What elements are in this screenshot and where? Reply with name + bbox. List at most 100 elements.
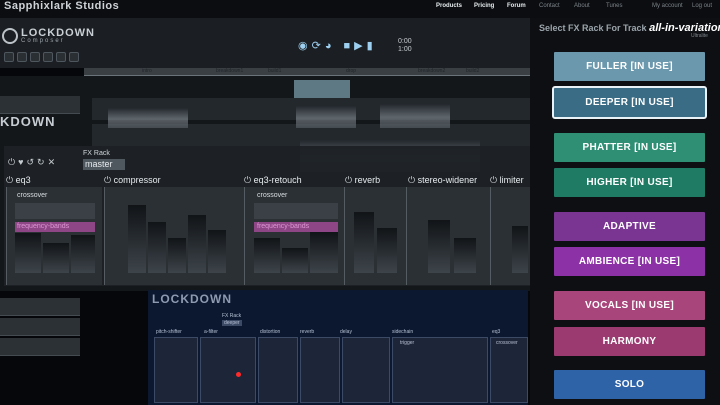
band-slider[interactable]: [310, 232, 338, 273]
tool-copy-icon[interactable]: [56, 52, 66, 62]
a-filter-box[interactable]: [200, 337, 256, 403]
power-icon[interactable]: ⏻: [408, 175, 418, 185]
nav-products[interactable]: Products: [436, 3, 462, 9]
filter-point[interactable]: [236, 372, 241, 377]
power-icon[interactable]: ⏻: [104, 175, 114, 185]
compressor-slider[interactable]: [148, 222, 166, 273]
delay-box[interactable]: [342, 337, 390, 403]
compressor-slider[interactable]: [168, 238, 186, 273]
undo-icon[interactable]: ↺: [26, 157, 34, 168]
redo-icon[interactable]: ↻: [37, 157, 45, 168]
audio-clip[interactable]: [380, 104, 450, 128]
headphones-icon[interactable]: ◕: [325, 39, 332, 53]
compressor-slider[interactable]: [128, 205, 146, 273]
track-header[interactable]: [0, 96, 80, 114]
stop-icon[interactable]: ■: [343, 39, 350, 53]
crossover-slider[interactable]: [15, 203, 95, 219]
eq3-retouch-band-highlight: [254, 222, 338, 232]
nav-forum[interactable]: Forum: [507, 3, 526, 9]
track-header[interactable]: [0, 298, 80, 316]
power-icon[interactable]: ⏻: [8, 157, 15, 168]
distortion-box[interactable]: [258, 337, 298, 403]
lower-fx-pitch-shifter[interactable]: pitch-shifter: [156, 329, 182, 335]
sidechain-trigger-label: trigger: [400, 340, 415, 346]
heart-icon[interactable]: ♥: [18, 157, 23, 168]
tool-zoom-icon[interactable]: [69, 52, 79, 62]
rack-name-field[interactable]: master: [83, 159, 125, 170]
clear-icon[interactable]: ✕: [48, 157, 56, 168]
track-header[interactable]: [0, 338, 80, 356]
lower-fx-eq3[interactable]: eq3: [492, 329, 500, 335]
fx-compressor-label[interactable]: ⏻ compressor: [104, 175, 161, 186]
fx-rack-button-fuller[interactable]: FULLER [IN USE]: [554, 52, 705, 81]
time-current: 0:00: [398, 38, 412, 45]
fx-rack-button-higher[interactable]: HIGHER [IN USE]: [554, 168, 705, 197]
pitch-shifter-box[interactable]: [154, 337, 198, 403]
compressor-slider[interactable]: [208, 230, 226, 273]
band-slider[interactable]: [282, 248, 308, 273]
lower-fx-delay[interactable]: delay: [340, 329, 352, 335]
limiter-slider[interactable]: [512, 226, 528, 273]
widener-slider[interactable]: [428, 220, 450, 273]
fx-name: eq3-retouch: [253, 175, 302, 185]
tool-pencil-icon[interactable]: [30, 52, 40, 62]
nav-about[interactable]: About: [574, 3, 590, 9]
loop-icon[interactable]: ⟳: [312, 39, 321, 53]
reverb-box[interactable]: [300, 337, 340, 403]
audio-clip[interactable]: [296, 106, 356, 128]
fx-rack-button-phatter[interactable]: PHATTER [IN USE]: [554, 133, 705, 162]
marker-build1: build1: [268, 68, 282, 74]
composer-logo-sub: Composer: [21, 38, 65, 44]
fx-rack-button-harmony[interactable]: HARMONY: [554, 327, 705, 356]
marker-build2: build2: [466, 68, 480, 74]
fx-rack-button-vocals[interactable]: VOCALS [IN USE]: [554, 291, 705, 320]
band-slider[interactable]: [71, 235, 95, 273]
tool-erase-icon[interactable]: [43, 52, 53, 62]
power-icon[interactable]: ⏻: [490, 175, 500, 185]
crossover-slider[interactable]: [254, 203, 338, 219]
power-icon[interactable]: ⏻: [6, 175, 16, 185]
reverb-slider[interactable]: [354, 212, 374, 273]
play-icon[interactable]: ▶: [354, 39, 362, 53]
tool-select-icon[interactable]: [4, 52, 14, 62]
lower-fx-reverb[interactable]: reverb: [300, 329, 314, 335]
lower-rack-name[interactable]: deeper: [222, 320, 242, 326]
power-icon[interactable]: ⏻: [244, 175, 254, 185]
nav-pricing[interactable]: Pricing: [474, 3, 494, 9]
fx-limiter-label[interactable]: ⏻ limiter: [490, 175, 524, 186]
selector-track-sub: Ultralite: [691, 33, 708, 39]
compressor-slider[interactable]: [188, 215, 206, 273]
lower-fx-a-filter[interactable]: a-filter: [204, 329, 218, 335]
band-slider[interactable]: [254, 238, 280, 273]
power-icon[interactable]: ⏻: [345, 175, 355, 185]
site-header: Sapphixlark Studios Products Pricing For…: [0, 0, 720, 18]
fx-rack-button-solo[interactable]: SOLO: [554, 370, 705, 399]
fx-rack-button-adaptive[interactable]: ADAPTIVE: [554, 212, 705, 241]
transport-controls: ◉ ⟳ ◕ ■ ▶ ▮: [298, 38, 373, 54]
fx-reverb-label[interactable]: ⏻ reverb: [345, 175, 380, 186]
band-slider[interactable]: [15, 233, 41, 273]
track-header[interactable]: [0, 318, 80, 336]
nav-my-account[interactable]: My account: [652, 3, 683, 9]
fx-rack-button-deeper[interactable]: DEEPER [IN USE]: [552, 86, 707, 119]
eq3-box[interactable]: [490, 337, 528, 403]
audio-clip[interactable]: [108, 108, 188, 128]
widener-slider[interactable]: [454, 238, 476, 273]
lower-fx-sidechain[interactable]: sidechain: [392, 329, 413, 335]
speaker-icon[interactable]: ◉: [298, 39, 308, 53]
fx-rack-button-ambience[interactable]: AMBIENCE [IN USE]: [554, 247, 705, 276]
sidechain-box[interactable]: [392, 337, 488, 403]
composer-header: [0, 18, 530, 68]
band-slider[interactable]: [43, 243, 69, 273]
nav-contact[interactable]: Contact: [539, 3, 560, 9]
tool-cut-icon[interactable]: [17, 52, 27, 62]
reverb-slider[interactable]: [377, 228, 397, 273]
site-brand[interactable]: Sapphixlark Studios: [4, 0, 119, 12]
fx-eq3-label[interactable]: ⏻ eq3: [6, 175, 31, 186]
fx-stereo-widener-label[interactable]: ⏻ stereo-widener: [408, 175, 477, 186]
lower-fx-distortion[interactable]: distortion: [260, 329, 280, 335]
record-icon[interactable]: ▮: [367, 39, 373, 53]
fx-eq3-retouch-label[interactable]: ⏻ eq3-retouch: [244, 175, 302, 186]
nav-log-out[interactable]: Log out: [692, 3, 712, 9]
nav-tunes[interactable]: Tunes: [606, 3, 622, 9]
